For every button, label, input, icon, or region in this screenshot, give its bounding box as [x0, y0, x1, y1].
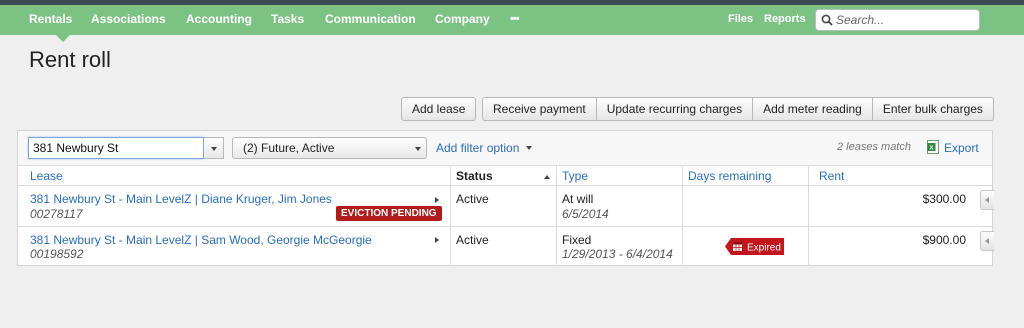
- add-lease-button[interactable]: Add lease: [401, 97, 477, 121]
- nav-tasks[interactable]: Tasks: [271, 5, 304, 35]
- nav-more-icon[interactable]: •••: [510, 5, 520, 35]
- receive-payment-button[interactable]: Receive payment: [482, 97, 597, 121]
- column-divider: [450, 166, 451, 266]
- page-title: Rent roll: [29, 47, 111, 72]
- type-cell: At will: [562, 192, 594, 206]
- type-dates: 6/5/2014: [562, 207, 609, 221]
- row-actions-tab[interactable]: [980, 231, 994, 251]
- svg-text:x: x: [930, 145, 934, 152]
- status-filter-value: (2) Future, Active: [243, 141, 335, 155]
- column-header-lease[interactable]: Lease: [30, 166, 63, 186]
- export-link[interactable]: Export: [944, 141, 979, 155]
- chevron-down-icon: [211, 147, 217, 151]
- action-button-group: Receive payment Update recurring charges…: [482, 97, 994, 121]
- row-divider: [18, 226, 992, 227]
- nav-associations[interactable]: Associations: [91, 5, 166, 35]
- add-filter-option-link[interactable]: Add filter option: [436, 141, 532, 155]
- status-cell: Active: [456, 192, 489, 206]
- enter-bulk-charges-button[interactable]: Enter bulk charges: [872, 97, 994, 121]
- status-filter-select[interactable]: (2) Future, Active: [232, 137, 427, 159]
- type-dates: 1/29/2013 - 6/4/2014: [562, 247, 673, 261]
- lease-filter-input[interactable]: 381 Newbury St: [28, 137, 204, 159]
- lease-id: 00278117: [30, 207, 83, 221]
- type-cell: Fixed: [562, 233, 592, 247]
- column-header-type[interactable]: Type: [562, 166, 588, 186]
- nav-company[interactable]: Company: [435, 5, 490, 35]
- rent-cell: $300.00: [922, 192, 966, 206]
- column-divider: [556, 166, 557, 266]
- search-input[interactable]: [836, 12, 976, 28]
- search-box: [815, 9, 980, 31]
- status-cell: Active: [456, 233, 489, 247]
- top-nav: Rentals Associations Accounting Tasks Co…: [0, 5, 1024, 35]
- column-divider: [808, 166, 809, 266]
- update-recurring-charges-button[interactable]: Update recurring charges: [596, 97, 754, 121]
- nav-rentals[interactable]: Rentals: [29, 5, 72, 35]
- sort-ascending-icon: [544, 175, 550, 179]
- nav-files[interactable]: Files: [728, 5, 753, 35]
- expired-badge: Expired: [725, 238, 784, 255]
- column-header-days-remaining[interactable]: Days remaining: [688, 166, 771, 186]
- row-actions-tab[interactable]: [980, 190, 994, 210]
- rent-cell: $900.00: [922, 233, 966, 247]
- column-divider: [682, 166, 683, 266]
- chevron-down-icon: [525, 146, 532, 150]
- nav-accounting[interactable]: Accounting: [186, 5, 252, 35]
- column-header-rent[interactable]: Rent: [819, 166, 844, 186]
- chevron-left-icon: [985, 238, 989, 244]
- add-filter-label: Add filter option: [436, 141, 520, 155]
- lease-filter-dropdown-button[interactable]: [204, 137, 224, 159]
- add-meter-reading-button[interactable]: Add meter reading: [753, 97, 873, 121]
- column-header-status[interactable]: Status: [456, 166, 493, 186]
- active-nav-indicator: [56, 35, 70, 42]
- lease-link[interactable]: 381 Newbury St - Main LevelZ | Sam Wood,…: [30, 233, 372, 247]
- chevron-left-icon: [985, 197, 989, 203]
- expired-label: Expired: [747, 242, 781, 253]
- add-lease-group: Add lease: [401, 97, 477, 121]
- table-header: [18, 166, 992, 186]
- excel-icon: x: [927, 140, 939, 154]
- lease-id: 00198592: [30, 247, 84, 261]
- match-count: 2 leases match: [837, 141, 911, 153]
- expand-arrow-icon[interactable]: [435, 197, 439, 203]
- lease-link[interactable]: 381 Newbury St - Main LevelZ | Diane Kru…: [30, 192, 332, 206]
- search-icon: [821, 14, 833, 26]
- chevron-down-icon: [415, 147, 421, 151]
- nav-reports[interactable]: Reports: [764, 5, 806, 35]
- rent-roll-panel: 381 Newbury St (2) Future, Active Add fi…: [17, 130, 994, 266]
- eviction-pending-badge: EVICTION PENDING: [336, 206, 442, 221]
- expand-arrow-icon[interactable]: [435, 237, 439, 243]
- nav-communication[interactable]: Communication: [325, 5, 416, 35]
